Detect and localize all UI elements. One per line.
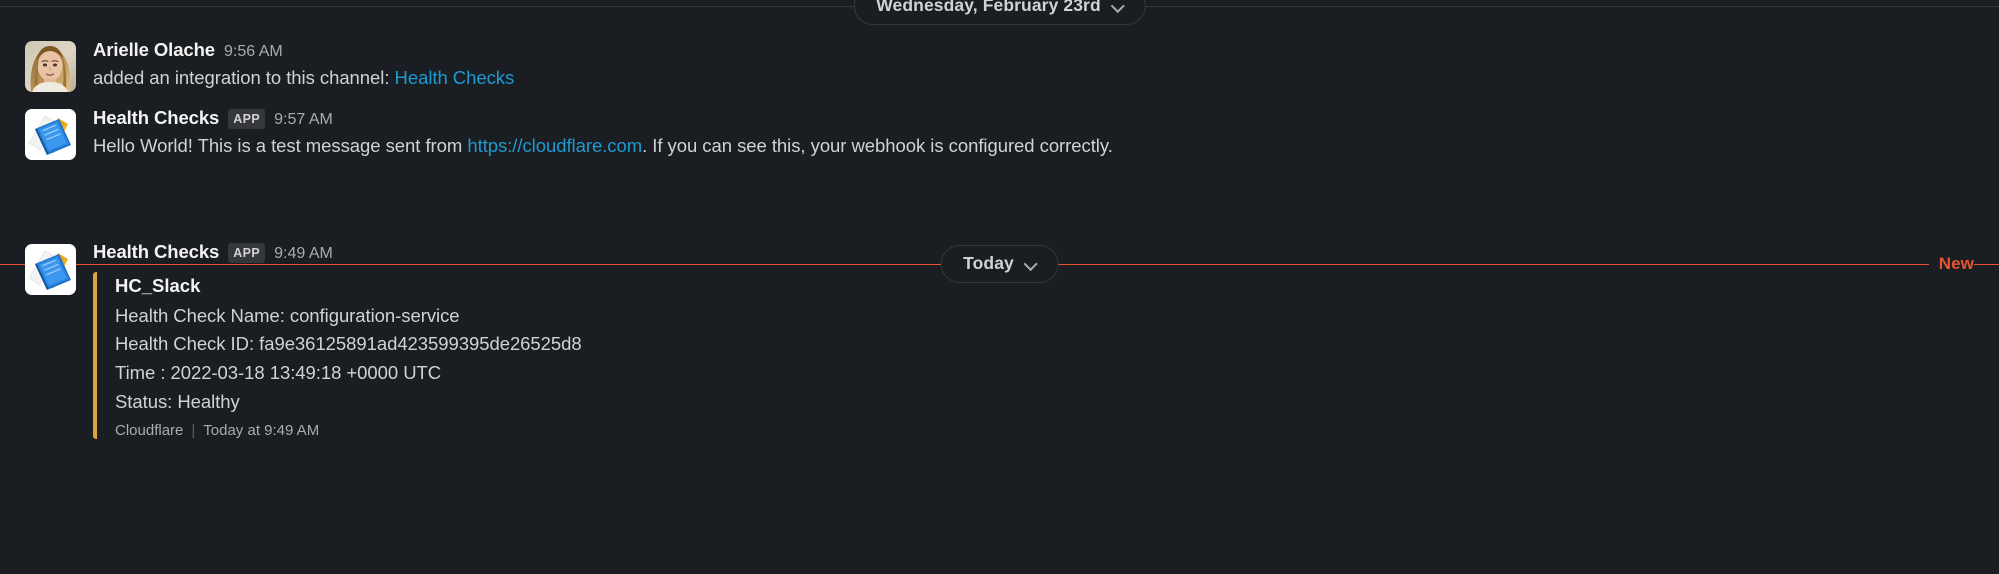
attachment-line-health-check-id: Health Check ID: fa9e36125891ad423599395… [115, 333, 582, 355]
attachment-line-status: Status: Healthy [115, 390, 240, 412]
avatar[interactable] [25, 244, 76, 439]
attachment-line-time: Time : 2022-03-18 13:49:18 +0000 UTC [115, 362, 442, 384]
message-body: Health Checks APP 9:57 AM Hello World! T… [76, 106, 1999, 160]
message-attachment: HC_Slack Health Check Name: configuratio… [93, 271, 853, 440]
attachment-line-health-check-name: Health Check Name: configuration-service [115, 304, 460, 326]
message-text: Hello World! This is a test message sent… [93, 132, 1999, 159]
message-row[interactable]: Health Checks APP 9:49 AM HC_Slack Healt… [0, 240, 1999, 440]
message-meta: Health Checks APP 9:49 AM [93, 240, 1999, 265]
message-timestamp[interactable]: 9:57 AM [274, 109, 333, 131]
message-sender[interactable]: Arielle Olache [93, 38, 215, 63]
message-text-before: Hello World! This is a test message sent… [93, 134, 468, 156]
chevron-down-icon [1112, 0, 1125, 12]
app-badge: APP [228, 109, 266, 129]
attachment-title: HC_Slack [115, 274, 201, 296]
message-row[interactable]: Arielle Olache 9:56 AM added an integrat… [0, 38, 1999, 92]
message-text: added an integration to this channel: He… [93, 64, 1999, 91]
cloudflare-url-link[interactable]: https://cloudflare.com [467, 135, 642, 156]
date-divider-label: Wednesday, February 23rd [876, 0, 1101, 15]
avatar[interactable] [25, 109, 76, 160]
health-checks-app-icon [25, 244, 76, 295]
avatar[interactable] [25, 41, 76, 92]
attachment-footer-time: Today at 9:49 AM [203, 422, 320, 440]
message-sender[interactable]: Health Checks [93, 240, 219, 265]
message-body: Health Checks APP 9:49 AM HC_Slack Healt… [76, 240, 1999, 440]
attachment-footer-source: Cloudflare [115, 422, 184, 440]
message-timestamp[interactable]: 9:49 AM [274, 243, 333, 265]
message-timestamp[interactable]: 9:56 AM [224, 41, 283, 63]
message-list: Wednesday, February 23rd Arielle Olache … [0, 0, 1999, 574]
message-body: Arielle Olache 9:56 AM added an integrat… [76, 38, 1999, 92]
health-checks-app-icon [25, 109, 76, 160]
message-sender[interactable]: Health Checks [93, 106, 219, 131]
integration-link[interactable]: Health Checks [395, 67, 515, 88]
user-avatar-image [25, 41, 76, 92]
message-meta: Arielle Olache 9:56 AM [93, 38, 1999, 63]
date-divider-button[interactable]: Wednesday, February 23rd [853, 0, 1146, 25]
message-text-before: added an integration to this channel: [93, 66, 395, 88]
message-row[interactable]: Health Checks APP 9:57 AM Hello World! T… [0, 106, 1999, 160]
attachment-footer: Cloudflare | Today at 9:49 AM [115, 422, 853, 439]
message-meta: Health Checks APP 9:57 AM [93, 106, 1999, 131]
attachment-footer-separator: | [191, 422, 196, 440]
app-badge: APP [228, 243, 266, 263]
message-text-after: . If you can see this, your webhook is c… [642, 134, 1113, 156]
